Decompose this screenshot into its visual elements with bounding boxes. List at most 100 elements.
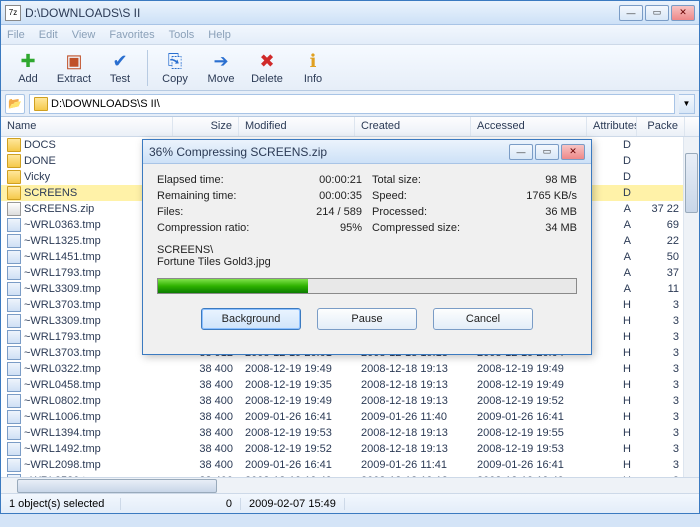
- cancel-button[interactable]: Cancel: [433, 308, 533, 330]
- col-packed[interactable]: Packe: [637, 117, 685, 136]
- col-modified[interactable]: Modified: [239, 117, 355, 136]
- address-text: D:\DOWNLOADS\S II\: [51, 98, 160, 110]
- toolbar-add[interactable]: ✚Add: [5, 48, 51, 88]
- col-attributes[interactable]: Attributes: [587, 117, 637, 136]
- folder-icon: [7, 170, 21, 184]
- zip-icon: [7, 202, 21, 216]
- statusbar: 1 object(s) selected 0 2009-02-07 15:49: [1, 493, 699, 513]
- toolbar-label: Test: [110, 73, 130, 85]
- stat-key: Elapsed time:: [157, 174, 224, 190]
- col-created[interactable]: Created: [355, 117, 471, 136]
- folder-icon: [7, 138, 21, 152]
- tmp-icon: [7, 234, 21, 248]
- tmp-icon: [7, 346, 21, 360]
- pause-button[interactable]: Pause: [317, 308, 417, 330]
- col-accessed[interactable]: Accessed: [471, 117, 587, 136]
- toolbar-label: Info: [304, 73, 322, 85]
- progress-fill: [158, 279, 308, 293]
- toolbar-copy[interactable]: ⎘Copy: [152, 48, 198, 88]
- dialog-maximize-button[interactable]: ▭: [535, 144, 559, 160]
- table-row[interactable]: ~WRL0322.tmp38 4002008-12-19 19:492008-1…: [1, 361, 699, 377]
- menu-tools[interactable]: Tools: [169, 29, 195, 41]
- menu-edit[interactable]: Edit: [39, 29, 58, 41]
- menu-favorites[interactable]: Favorites: [109, 29, 154, 41]
- toolbar-label: Move: [208, 73, 235, 85]
- dialog-close-button[interactable]: ✕: [561, 144, 585, 160]
- column-headers: Name Size Modified Created Accessed Attr…: [1, 117, 699, 137]
- toolbar-label: Copy: [162, 73, 188, 85]
- add-icon: ✚: [17, 51, 39, 73]
- tmp-icon: [7, 410, 21, 424]
- dialog-titlebar[interactable]: 36% Compressing SCREENS.zip ― ▭ ✕: [143, 140, 591, 164]
- info-icon: ℹ: [302, 51, 324, 73]
- stat-val: 00:00:35: [319, 190, 362, 206]
- stat-key: Compression ratio:: [157, 222, 249, 238]
- stat-key: Remaining time:: [157, 190, 236, 206]
- app-icon: 7z: [5, 5, 21, 21]
- tmp-icon: [7, 442, 21, 456]
- stat-key: Files:: [157, 206, 183, 222]
- current-folder-text: SCREENS\: [157, 244, 577, 256]
- close-button[interactable]: ✕: [671, 5, 695, 21]
- scroll-thumb[interactable]: [685, 153, 698, 213]
- scroll-thumb[interactable]: [17, 479, 217, 493]
- tmp-icon: [7, 250, 21, 264]
- stat-key: Processed:: [372, 206, 427, 222]
- progress-bar: [157, 278, 577, 294]
- table-row[interactable]: ~WRL1394.tmp38 4002008-12-19 19:532008-1…: [1, 425, 699, 441]
- tmp-icon: [7, 378, 21, 392]
- tmp-icon: [7, 266, 21, 280]
- tmp-icon: [7, 298, 21, 312]
- menu-view[interactable]: View: [72, 29, 96, 41]
- toolbar-extract[interactable]: ▣Extract: [51, 48, 97, 88]
- toolbar-info[interactable]: ℹInfo: [290, 48, 336, 88]
- table-row[interactable]: ~WRL1492.tmp38 4002008-12-19 19:522008-1…: [1, 441, 699, 457]
- status-selected: 1 object(s) selected: [1, 498, 121, 510]
- titlebar[interactable]: 7z D:\DOWNLOADS\S II ― ▭ ✕: [1, 1, 699, 25]
- progress-dialog: 36% Compressing SCREENS.zip ― ▭ ✕ Elapse…: [142, 139, 592, 355]
- stat-val: 95%: [340, 222, 362, 238]
- window-title: D:\DOWNLOADS\S II: [25, 6, 619, 20]
- toolbar: ✚Add▣Extract✔Test⎘Copy➔Move✖DeleteℹInfo: [1, 45, 699, 91]
- stat-val: 36 MB: [545, 206, 577, 222]
- vertical-scrollbar[interactable]: [683, 137, 699, 477]
- col-size[interactable]: Size: [173, 117, 239, 136]
- stat-key: Compressed size:: [372, 222, 460, 238]
- tmp-icon: [7, 394, 21, 408]
- move-icon: ➔: [210, 51, 232, 73]
- table-row[interactable]: ~WRL2098.tmp38 4002009-01-26 16:412009-0…: [1, 457, 699, 473]
- tmp-icon: [7, 458, 21, 472]
- maximize-button[interactable]: ▭: [645, 5, 669, 21]
- menu-file[interactable]: File: [7, 29, 25, 41]
- toolbar-test[interactable]: ✔Test: [97, 48, 143, 88]
- up-dir-button[interactable]: 📂: [5, 94, 25, 114]
- tmp-icon: [7, 362, 21, 376]
- extract-icon: ▣: [63, 51, 85, 73]
- stats-left: Elapsed time:00:00:21Remaining time:00:0…: [157, 174, 362, 238]
- folder-icon: [7, 154, 21, 168]
- menu-help[interactable]: Help: [208, 29, 231, 41]
- address-dropdown[interactable]: ▼: [679, 94, 695, 114]
- toolbar-label: Delete: [251, 73, 283, 85]
- folder-icon: [7, 186, 21, 200]
- folder-icon: [34, 97, 48, 111]
- toolbar-move[interactable]: ➔Move: [198, 48, 244, 88]
- copy-icon: ⎘: [164, 51, 186, 73]
- table-row[interactable]: ~WRL0458.tmp38 4002008-12-19 19:352008-1…: [1, 377, 699, 393]
- stat-val: 1765 KB/s: [526, 190, 577, 206]
- toolbar-label: Add: [18, 73, 38, 85]
- minimize-button[interactable]: ―: [619, 5, 643, 21]
- stat-key: Speed:: [372, 190, 407, 206]
- toolbar-delete[interactable]: ✖Delete: [244, 48, 290, 88]
- horizontal-scrollbar[interactable]: [1, 477, 699, 493]
- dialog-minimize-button[interactable]: ―: [509, 144, 533, 160]
- tmp-icon: [7, 282, 21, 296]
- table-row[interactable]: ~WRL1006.tmp38 4002009-01-26 16:412009-0…: [1, 409, 699, 425]
- tmp-icon: [7, 426, 21, 440]
- col-name[interactable]: Name: [1, 117, 173, 136]
- background-button[interactable]: Background: [201, 308, 301, 330]
- stat-key: Total size:: [372, 174, 421, 190]
- stat-val: 214 / 589: [316, 206, 362, 222]
- address-input[interactable]: D:\DOWNLOADS\S II\: [29, 94, 675, 114]
- table-row[interactable]: ~WRL0802.tmp38 4002008-12-19 19:492008-1…: [1, 393, 699, 409]
